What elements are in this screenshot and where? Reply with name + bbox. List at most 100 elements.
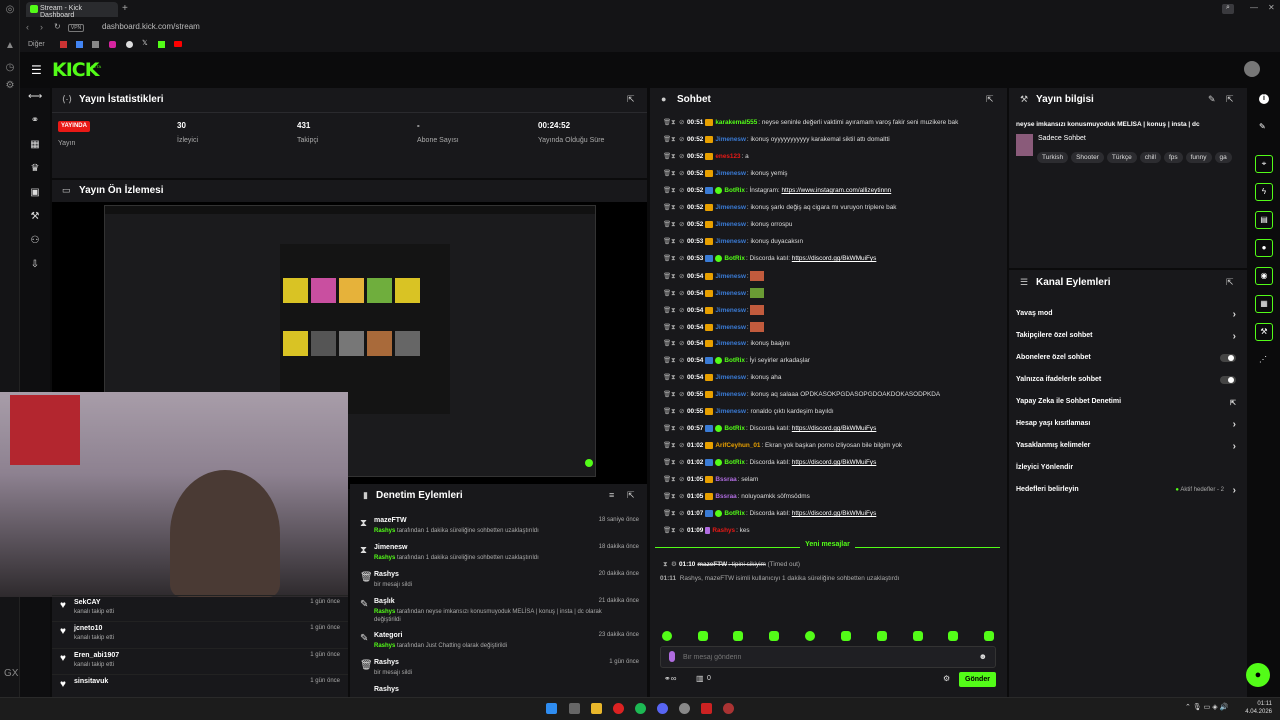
mod-target[interactable]: Rashys [374, 659, 399, 666]
timeout-icon[interactable]: ⧗ [671, 324, 679, 332]
tag[interactable]: fps [1163, 152, 1183, 163]
tiktok-bookmark-icon[interactable] [126, 41, 133, 48]
delete-message-icon[interactable]: 🗑 [663, 135, 671, 143]
ban-icon[interactable]: ⊘ [679, 237, 687, 245]
delete-message-icon[interactable]: 🗑 [663, 186, 671, 194]
delete-message-icon[interactable]: 🗑 [663, 203, 671, 211]
delete-message-icon[interactable]: 🗑 [663, 407, 671, 415]
taskview-icon[interactable] [569, 703, 580, 714]
download-icon[interactable]: ⇩ [28, 258, 42, 272]
delete-message-icon[interactable]: 🗑 [663, 390, 671, 398]
timeout-icon[interactable]: ⧗ [671, 307, 679, 315]
chat-message-timedout[interactable]: ⧗ ⚙ 01:10 mazeFTW: tipini sikiyim (Timed ou… [663, 560, 1003, 575]
chat-message[interactable]: 🗑⧗ ⊘ 01:05 Bssraa: noluyoamkk söfmsödms [663, 492, 1003, 507]
layout-icon[interactable]: ▣ [28, 186, 42, 200]
gift-icon[interactable]: ▥ [696, 674, 704, 683]
follower-name[interactable]: jcneto10 [74, 625, 102, 632]
mod-target[interactable]: Rashys [374, 571, 399, 578]
chat-message[interactable]: 🗑⧗ ⊘ 00:54 Jimenesw: [663, 305, 1003, 320]
instagram-bookmark-icon[interactable] [109, 41, 116, 48]
app-icon[interactable] [723, 703, 734, 714]
ban-icon[interactable]: ⊘ [679, 169, 687, 177]
bookmark-icon[interactable] [76, 41, 83, 48]
channel-action-row[interactable]: Abonelere özel sohbet [1016, 354, 1238, 370]
ban-icon[interactable]: ⊘ [679, 289, 687, 297]
points-icon[interactable]: ⚭∞ [664, 674, 676, 683]
timeout-icon[interactable]: ⧗ [671, 136, 679, 144]
chat-link[interactable]: https://discord.gg/BkWMuiFys [792, 510, 877, 517]
bookmark-folder[interactable]: Diğer [28, 41, 45, 48]
timeout-icon[interactable]: ⧗ [671, 527, 679, 535]
stack-icon[interactable]: ▦ [1255, 295, 1273, 313]
ban-icon[interactable]: ⊘ [679, 135, 687, 143]
ban-icon[interactable]: ⊘ [679, 339, 687, 347]
info-icon[interactable]: i [1259, 94, 1269, 104]
timeout-icon[interactable]: ⧗ [671, 119, 679, 127]
delete-message-icon[interactable]: 🗑 [663, 373, 671, 381]
emote-icon[interactable] [913, 631, 923, 641]
doc-icon[interactable]: ▤ [1255, 211, 1273, 229]
external-link-icon[interactable]: ⇱ [627, 94, 635, 105]
external-link-icon[interactable]: ⇱ [1226, 277, 1234, 288]
users-icon[interactable]: ⚇ [28, 234, 42, 248]
chat-message[interactable]: 🗑⧗ ⊘ 00:54 BotRix: İyi seyirler arkadaşlar [663, 356, 1003, 371]
chat-message[interactable]: 🗑⧗ ⊘ 00:53 BotRix: Discorda katıl: https://… [663, 254, 1003, 269]
delete-message-icon[interactable]: 🗑 [663, 289, 671, 297]
chat-input[interactable] [683, 651, 963, 664]
tag[interactable]: Shooter [1071, 152, 1104, 163]
delete-message-icon[interactable]: 🗑 [663, 424, 671, 432]
mod-target[interactable]: Rashys [374, 686, 399, 693]
url-text[interactable]: dashboard.kick.com/stream [102, 22, 200, 31]
ban-icon[interactable]: ⊘ [679, 458, 687, 466]
chat-message[interactable]: 🗑⧗ ⊘ 00:52 Jimenesw: ikonuş oyyyyyyyyyyy ka… [663, 135, 1003, 150]
minimize-icon[interactable]: — [1250, 3, 1258, 12]
timeout-icon[interactable]: ⧗ [671, 204, 679, 212]
timeout-icon[interactable]: ⧗ [671, 170, 679, 178]
ban-icon[interactable]: ⊘ [679, 424, 687, 432]
ban-icon[interactable]: ⊘ [679, 203, 687, 211]
kick-logo[interactable]: KICK [52, 59, 99, 81]
timeout-icon[interactable]: ⧗ [671, 238, 679, 246]
timeout-icon[interactable]: ⧗ [671, 290, 679, 298]
emote-icon[interactable] [733, 631, 743, 641]
follower-name[interactable]: Eren_abi1907 [74, 652, 119, 659]
chat-message[interactable]: 🗑⧗ ⊘ 00:57 BotRix: Discorda katıl: https://… [663, 424, 1003, 439]
chat-message[interactable]: 🗑⧗ ⊘ 01:05 Bssraa: selam [663, 475, 1003, 490]
ban-icon[interactable]: ⊘ [679, 272, 687, 280]
opera-icon[interactable] [613, 703, 624, 714]
ban-icon[interactable]: ⊘ [679, 407, 687, 415]
forward-icon[interactable]: › [40, 22, 43, 32]
ban-icon[interactable]: ⊘ [679, 306, 687, 314]
ban-icon[interactable]: ⊘ [679, 475, 687, 483]
delete-message-icon[interactable]: 🗑 [663, 323, 671, 331]
ban-icon[interactable]: ⊘ [679, 441, 687, 449]
back-icon[interactable]: ‹ [26, 22, 29, 32]
clock[interactable]: 01:11 4.04.2026 [1245, 700, 1272, 716]
chat-message[interactable]: 🗑⧗ ⊘ 00:52 Jimenesw: ikonuş yemiş [663, 169, 1003, 184]
follower-name[interactable]: sinsitavuk [74, 678, 108, 685]
browser-tab[interactable]: Stream - Kick Dashboard [26, 2, 118, 19]
timeout-icon[interactable]: ⧗ [671, 391, 679, 399]
link-icon[interactable]: ⚭ [28, 114, 42, 128]
settings-icon[interactable]: ⚙ [4, 80, 16, 92]
delete-message-icon[interactable]: 🗑 [663, 254, 671, 262]
channel-action-row[interactable]: Hesap yaşı kısıtlaması › [1016, 419, 1238, 436]
timeout-icon[interactable]: ⧗ [671, 425, 679, 433]
tray-icons[interactable]: ⌃ 🎙 ▭ ◈ 🔊 [1185, 703, 1228, 711]
chat-message[interactable]: 🗑⧗ ⊘ 00:54 Jimenesw: ikonuş aha [663, 373, 1003, 388]
channel-action-row[interactable]: Takipçilere özel sohbet › [1016, 331, 1238, 348]
mod-target[interactable]: Jimenesw [374, 544, 407, 551]
edit-icon[interactable]: ✎ [1259, 122, 1266, 131]
emote-icon[interactable] [698, 631, 708, 641]
target-icon[interactable]: ⌖ [1255, 155, 1273, 173]
lock-icon[interactable]: ▲ [4, 40, 16, 52]
tag[interactable]: Turkish [1037, 152, 1069, 163]
chat-message[interactable]: 🗑⧗ ⊘ 00:55 Jimenesw: ronaldo çıktı kardeşim… [663, 407, 1003, 422]
timeout-icon[interactable]: ⧗ [671, 510, 679, 518]
emote-icon[interactable] [841, 631, 851, 641]
emote-icon[interactable] [805, 631, 815, 641]
chat-link[interactable]: https://discord.gg/BkWMuiFys [792, 255, 877, 262]
chat-message[interactable]: 🗑⧗ ⊘ 00:54 Jimenesw: [663, 288, 1003, 303]
timeout-icon[interactable]: ⧗ [671, 357, 679, 365]
delete-message-icon[interactable]: 🗑 [663, 475, 671, 483]
